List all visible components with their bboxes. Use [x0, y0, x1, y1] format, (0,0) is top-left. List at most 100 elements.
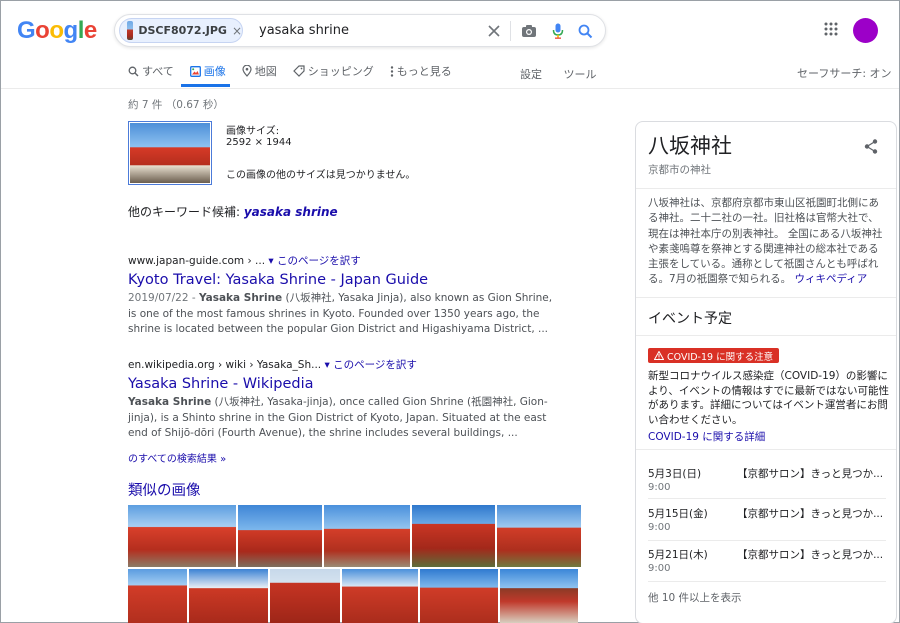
chip-close-icon[interactable]: × — [232, 24, 242, 38]
chip-label: DSCF8072.JPG — [138, 24, 227, 37]
kp-subtitle: 京都市の神社 — [648, 164, 711, 176]
clear-icon[interactable] — [483, 20, 505, 42]
result-snippet-bold: Yasaka Shrine — [128, 396, 212, 408]
tab-label: すべて — [142, 65, 174, 78]
event-time: 9:00 — [648, 482, 671, 493]
logo-letter: e — [83, 17, 97, 44]
tab-label: 画像 — [203, 65, 226, 78]
kp-divider — [636, 335, 896, 336]
similar-image[interactable] — [270, 569, 340, 623]
all-results-link[interactable]: のすべての検索結果 » — [128, 450, 226, 465]
logo-letter: G — [17, 17, 36, 44]
wikipedia-link[interactable]: ウィキペディア — [795, 273, 868, 285]
event-item[interactable]: 5月3日(日) 9:00 【京都サロン】きっと見つか... — [648, 466, 886, 502]
event-name: 【京都サロン】きっと見つか... — [737, 508, 884, 520]
image-icon — [189, 65, 201, 77]
google-logo[interactable]: Google — [17, 17, 97, 45]
active-tab-indicator — [181, 84, 230, 87]
result-url: www.japan-guide.com › ... ▾ このページを訳す — [128, 255, 361, 267]
account-avatar[interactable] — [853, 18, 878, 43]
tab-label: もっと見る — [396, 65, 452, 78]
tab-shopping[interactable]: ショッピング — [292, 63, 374, 79]
event-item[interactable]: 5月15日(金) 9:00 【京都サロン】きっと見つか... — [648, 506, 886, 542]
event-divider — [648, 540, 886, 541]
result-snippet-bold: Yasaka Shrine — [198, 292, 283, 304]
keyword-link[interactable]: yasaka shrine — [244, 205, 338, 219]
more-vert-icon — [390, 65, 393, 77]
tag-icon — [292, 65, 305, 77]
query-image-thumbnail[interactable] — [128, 121, 212, 185]
covid-badge: COVID-19 に関する注意 — [648, 348, 780, 363]
warning-icon — [654, 351, 664, 360]
search-divider — [510, 21, 511, 41]
no-other-sizes: この画像の他のサイズは見つかりません。 — [226, 170, 416, 181]
tab-more[interactable]: もっと見る — [390, 63, 452, 79]
keyword-suggestion: 他のキーワード候補: yasaka shrine — [128, 203, 338, 220]
similar-image[interactable] — [324, 505, 410, 567]
image-chip[interactable]: DSCF8072.JPG × — [119, 18, 243, 43]
camera-icon[interactable] — [518, 20, 540, 42]
kp-description: 八坂神社は、京都府京都市東山区祇園町北側にある神社。二十二社の一社。旧社格は官幣… — [648, 196, 888, 288]
safesearch-toggle[interactable]: セーフサーチ: オン — [797, 65, 892, 81]
search-result: www.japan-guide.com › ... ▾ このページを訳す Kyo… — [128, 253, 558, 338]
chip-thumbnail — [127, 21, 134, 40]
translate-link[interactable]: このページを訳す — [333, 359, 417, 371]
keyword-prefix: 他のキーワード候補: — [128, 205, 244, 219]
kp-title: 八坂神社 — [648, 134, 732, 158]
search-result: en.wikipedia.org › wiki › Yasaka_Sh... ▾… — [128, 357, 558, 442]
microphone-icon[interactable] — [547, 20, 569, 42]
share-icon[interactable] — [864, 139, 878, 157]
result-snippet: Yasaka Shrine (八坂神社, Yasaka-jinja), once… — [128, 395, 558, 442]
map-pin-icon — [242, 65, 252, 77]
translate-link[interactable]: このページを訳す — [277, 255, 361, 267]
similar-image[interactable] — [128, 569, 187, 623]
similar-image[interactable] — [238, 505, 322, 567]
similar-image[interactable] — [497, 505, 581, 567]
image-size-label: 画像サイズ: — [226, 126, 280, 137]
similar-images-title[interactable]: 類似の画像 — [128, 479, 201, 500]
search-icon[interactable] — [574, 20, 596, 42]
tab-all[interactable]: すべて — [128, 63, 174, 79]
kp-divider — [636, 188, 896, 189]
tools-links: 設定 ツール — [520, 66, 615, 82]
tab-maps[interactable]: 地図 — [242, 63, 277, 79]
search-query[interactable]: yasaka shrine — [259, 23, 349, 38]
search-tabs: すべて 画像 地図 ショッピング もっと見る — [128, 63, 468, 87]
event-date: 5月21日(木) — [648, 549, 708, 561]
result-url-text[interactable]: en.wikipedia.org › wiki › Yasaka_Sh... — [128, 359, 321, 371]
similar-image[interactable] — [189, 569, 268, 623]
event-date: 5月3日(日) — [648, 468, 702, 480]
result-title[interactable]: Yasaka Shrine - Wikipedia — [128, 376, 558, 392]
logo-letter: o — [35, 17, 50, 44]
tab-images[interactable]: 画像 — [189, 63, 226, 79]
apps-grid-icon[interactable] — [824, 22, 840, 38]
event-time: 9:00 — [648, 522, 671, 533]
event-name: 【京都サロン】きっと見つか... — [737, 468, 884, 480]
logo-letter: o — [49, 17, 64, 44]
result-url-text[interactable]: www.japan-guide.com › ... — [128, 255, 265, 267]
event-time: 9:00 — [648, 563, 671, 574]
image-size-value: 2592 × 1944 — [226, 137, 292, 148]
search-box[interactable]: DSCF8072.JPG × yasaka shrine — [114, 14, 606, 47]
result-snippet: 2019/07/22 - Yasaka Shrine (八坂神社, Yasaka… — [128, 291, 558, 338]
knowledge-panel: 八坂神社 京都市の神社 八坂神社は、京都府京都市東山区祇園町北側にある神社。二十… — [635, 121, 897, 623]
kp-events-title: イベント予定 — [648, 311, 732, 327]
similar-image[interactable] — [500, 569, 578, 623]
tab-label: 地図 — [254, 65, 277, 78]
event-date: 5月15日(金) — [648, 508, 708, 520]
event-item[interactable]: 5月21日(木) 9:00 【京都サロン】きっと見つか... — [648, 547, 886, 583]
event-divider — [648, 498, 886, 499]
similar-image[interactable] — [342, 569, 418, 623]
query-image — [130, 123, 210, 183]
tools-link[interactable]: ツール — [564, 68, 597, 81]
similar-image[interactable] — [420, 569, 498, 623]
kp-divider — [636, 297, 896, 298]
similar-image[interactable] — [412, 505, 495, 567]
similar-image[interactable] — [128, 505, 236, 567]
more-events-link[interactable]: 他 10 件以上を表示 — [648, 590, 742, 605]
settings-link[interactable]: 設定 — [520, 68, 542, 81]
covid-details-link[interactable]: COVID-19 に関する詳細 — [648, 429, 765, 444]
covid-notice: 新型コロナウイルス感染症（COVID-19）の影響により、イベントの情報はすでに… — [648, 370, 889, 426]
result-title[interactable]: Kyoto Travel: Yasaka Shrine - Japan Guid… — [128, 272, 558, 288]
result-date: 2019/07/22 - — [128, 292, 199, 304]
